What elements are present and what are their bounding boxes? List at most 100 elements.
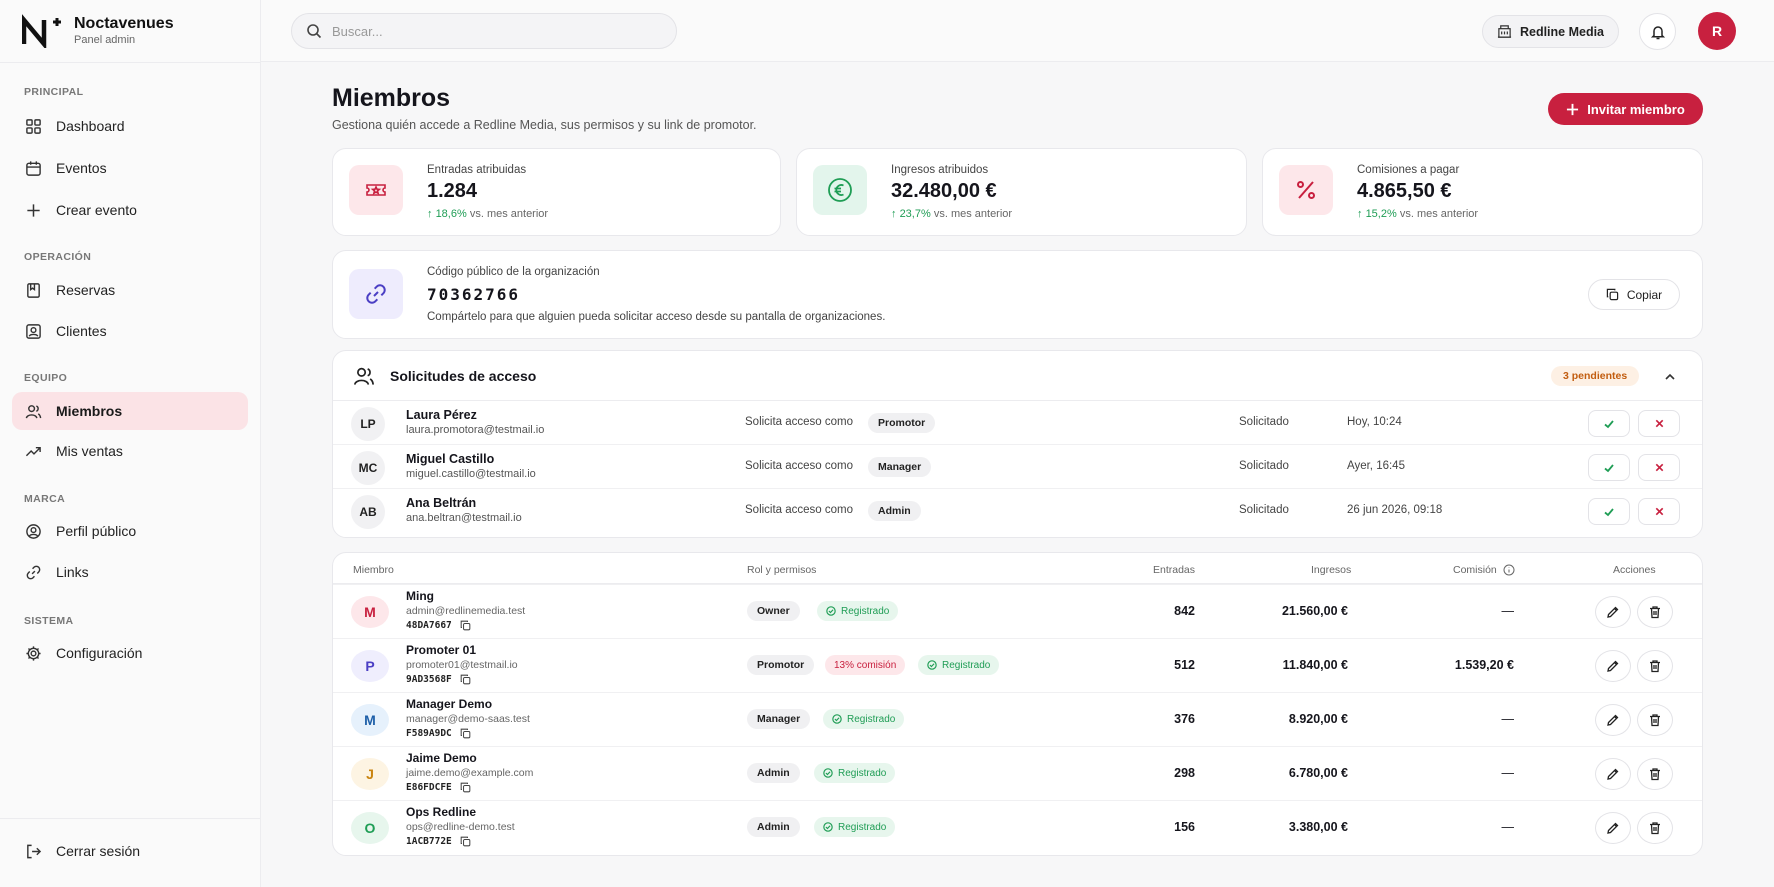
divider bbox=[0, 62, 261, 63]
stat-value: 4.865,50 € bbox=[1357, 180, 1452, 202]
nav-section-equipo: EQUIPO bbox=[24, 372, 68, 384]
pencil-icon bbox=[1607, 768, 1619, 780]
approve-button[interactable] bbox=[1588, 498, 1630, 525]
info-icon[interactable] bbox=[1503, 564, 1515, 576]
arrow-up-icon: ↑ bbox=[427, 208, 436, 220]
role-chip: Promotor bbox=[747, 655, 815, 675]
member-code: 9AD3568F bbox=[406, 674, 471, 685]
bookmark-icon bbox=[27, 282, 40, 298]
notifications-button[interactable] bbox=[1639, 13, 1676, 50]
user-avatar[interactable]: R bbox=[1698, 12, 1736, 50]
sidebar-item-crear-evento[interactable]: Crear evento bbox=[12, 191, 248, 229]
stat-value: 1.284 bbox=[427, 180, 478, 202]
brand-logo-icon bbox=[22, 14, 61, 48]
link-icon bbox=[349, 269, 403, 319]
approve-button[interactable] bbox=[1588, 410, 1630, 437]
sidebar-item-eventos[interactable]: Eventos bbox=[12, 149, 248, 187]
sidebar-item-configuracion[interactable]: Configuración bbox=[12, 634, 248, 672]
copy-icon[interactable] bbox=[460, 836, 471, 847]
edit-member-button[interactable] bbox=[1595, 596, 1631, 628]
role-chip: Manager bbox=[747, 709, 811, 729]
copy-code-button[interactable]: Copiar bbox=[1588, 279, 1680, 310]
delete-member-button[interactable] bbox=[1637, 650, 1673, 682]
stat-delta: ↑ 23,7% vs. mes anterior bbox=[891, 208, 1013, 220]
registered-badge: Registrado bbox=[823, 709, 905, 729]
copy-icon[interactable] bbox=[460, 674, 471, 685]
calendar-icon bbox=[26, 160, 41, 176]
edit-member-button[interactable] bbox=[1595, 812, 1631, 844]
registered-badge: Registrado bbox=[814, 817, 896, 837]
check-circle-icon bbox=[826, 606, 836, 616]
table-row: O Ops Redline ops@redline-demo.test 1ACB… bbox=[333, 800, 1702, 854]
pencil-icon bbox=[1607, 714, 1619, 726]
sidebar-item-label: Perfil público bbox=[56, 523, 137, 539]
role-chip: Admin bbox=[868, 501, 921, 521]
avatar: J bbox=[351, 758, 389, 790]
column-header-revenue: Ingresos bbox=[1311, 564, 1352, 576]
approve-button[interactable] bbox=[1588, 454, 1630, 481]
column-header-commission: Comisión bbox=[1453, 564, 1515, 576]
reject-button[interactable] bbox=[1638, 498, 1680, 525]
arrow-up-icon: ↑ bbox=[1357, 208, 1366, 220]
bell-icon bbox=[1650, 25, 1665, 39]
plus-icon bbox=[1567, 103, 1579, 115]
request-date: 26 jun 2026, 09:18 bbox=[1347, 504, 1443, 516]
sidebar-item-mis-ventas[interactable]: Mis ventas bbox=[12, 432, 248, 470]
delete-member-button[interactable] bbox=[1637, 758, 1673, 790]
pencil-icon bbox=[1607, 660, 1619, 672]
sidebar-item-clientes[interactable]: Clientes bbox=[12, 312, 248, 350]
request-date: Ayer, 16:45 bbox=[1347, 460, 1405, 472]
copy-icon[interactable] bbox=[460, 620, 471, 631]
access-requests-header[interactable]: Solicitudes de acceso 3 pendientes bbox=[333, 351, 1702, 401]
search-input[interactable] bbox=[332, 23, 652, 39]
delete-member-button[interactable] bbox=[1637, 812, 1673, 844]
delete-member-button[interactable] bbox=[1637, 704, 1673, 736]
stat-label: Comisiones a pagar bbox=[1357, 164, 1460, 176]
invite-member-label: Invitar miembro bbox=[1587, 101, 1685, 117]
edit-member-button[interactable] bbox=[1595, 758, 1631, 790]
sidebar-item-label: Reservas bbox=[56, 282, 116, 298]
invite-member-button[interactable]: Invitar miembro bbox=[1548, 93, 1703, 125]
registered-badge: Registrado bbox=[814, 763, 896, 783]
brand[interactable]: Noctavenues Panel admin bbox=[22, 14, 174, 48]
copy-icon[interactable] bbox=[460, 782, 471, 793]
organization-selector[interactable]: Redline Media bbox=[1482, 15, 1619, 48]
member-commission: 1.539,20 € bbox=[1454, 658, 1514, 672]
org-code-card: Código público de la organización 703627… bbox=[332, 250, 1703, 339]
member-email: ops@redline-demo.test bbox=[406, 821, 515, 833]
sidebar-item-dashboard[interactable]: Dashboard bbox=[12, 107, 248, 145]
sidebar-item-links[interactable]: Links bbox=[12, 553, 248, 591]
logout-button[interactable]: Cerrar sesión bbox=[12, 832, 248, 870]
sidebar-item-miembros[interactable]: Miembros bbox=[12, 392, 248, 430]
member-entries: 156 bbox=[1174, 820, 1195, 834]
column-header-member: Miembro bbox=[353, 564, 394, 576]
link-icon bbox=[26, 565, 41, 579]
delete-member-button[interactable] bbox=[1637, 596, 1673, 628]
member-code: 48DA7667 bbox=[406, 620, 471, 631]
member-entries: 512 bbox=[1174, 658, 1195, 672]
reject-button[interactable] bbox=[1638, 410, 1680, 437]
divider bbox=[0, 818, 261, 819]
member-code: 1ACB772E bbox=[406, 836, 471, 847]
brand-name: Noctavenues bbox=[74, 15, 174, 32]
edit-member-button[interactable] bbox=[1595, 650, 1631, 682]
copy-icon[interactable] bbox=[460, 728, 471, 739]
sidebar-item-reservas[interactable]: Reservas bbox=[12, 271, 248, 309]
sidebar-item-perfil-publico[interactable]: Perfil público bbox=[12, 512, 248, 550]
table-row: J Jaime Demo jaime.demo@example.com E86F… bbox=[333, 746, 1702, 800]
reject-button[interactable] bbox=[1638, 454, 1680, 481]
search-box[interactable] bbox=[291, 13, 677, 49]
request-row: MC Miguel Castillo miguel.castillo@testm… bbox=[333, 445, 1702, 489]
member-revenue: 3.380,00 € bbox=[1288, 820, 1348, 834]
chevron-up-icon[interactable] bbox=[1663, 370, 1677, 384]
logout-icon bbox=[27, 844, 42, 858]
member-code: E86FDCFE bbox=[406, 782, 471, 793]
ticket-icon bbox=[349, 165, 403, 215]
close-icon bbox=[1655, 507, 1663, 516]
check-circle-icon bbox=[832, 714, 842, 724]
member-revenue: 21.560,00 € bbox=[1281, 604, 1348, 618]
edit-member-button[interactable] bbox=[1595, 704, 1631, 736]
members-table: Miembro Rol y permisos Entradas Ingresos… bbox=[332, 552, 1703, 856]
table-row: P Promoter 01 promoter01@testmail.io 9AD… bbox=[333, 638, 1702, 692]
sidebar-item-label: Mis ventas bbox=[56, 443, 123, 459]
